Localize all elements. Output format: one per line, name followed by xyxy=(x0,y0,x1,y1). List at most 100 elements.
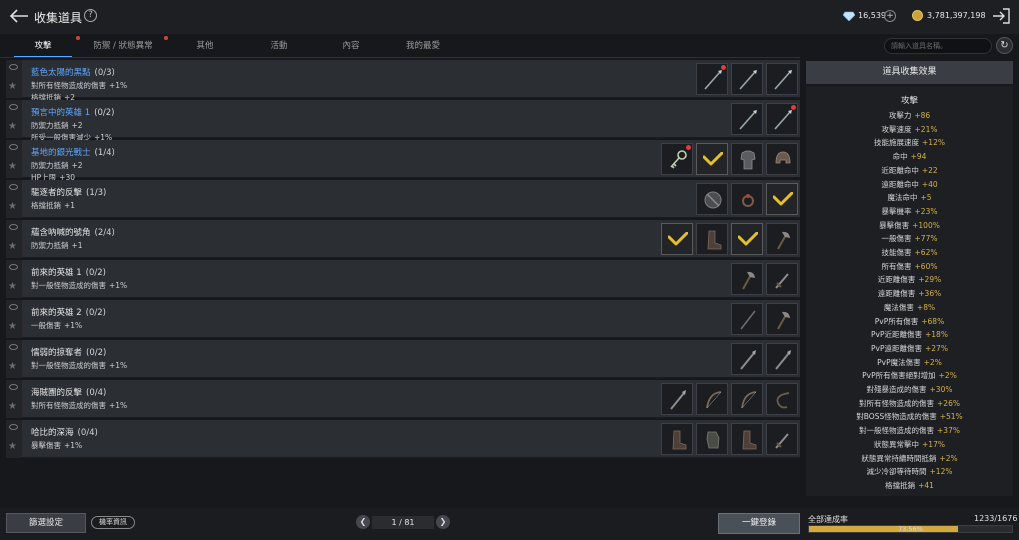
stat-label: 對所有怪物造成的傷害 xyxy=(31,81,106,90)
tab-4[interactable]: 內容 xyxy=(316,36,386,56)
favorite-star-icon[interactable]: ★ xyxy=(8,322,17,332)
item-slot[interactable] xyxy=(731,423,763,455)
item-slot[interactable] xyxy=(696,383,728,415)
item-slot[interactable] xyxy=(766,63,798,95)
collection-row[interactable]: ★ 懦弱的掠奪者 (0/2) 對一般怪物造成的傷害 +1% xyxy=(6,340,800,378)
effect-line: 對殘暴造成的傷害 +30% xyxy=(806,384,1013,395)
tab-5[interactable]: 我的最愛 xyxy=(388,36,458,56)
item-slot[interactable] xyxy=(696,223,728,255)
item-slots xyxy=(696,183,798,215)
favorite-star-icon[interactable]: ★ xyxy=(8,362,17,372)
item-slots xyxy=(661,423,798,455)
preview-eye-icon[interactable] xyxy=(9,104,18,110)
effect-label: PvP所有傷害 xyxy=(874,316,919,326)
collection-row[interactable]: ★ 前來的英雄 2 (0/2) 一般傷害 +1% xyxy=(6,300,800,338)
favorite-star-icon[interactable]: ★ xyxy=(8,82,17,92)
collection-row[interactable]: ★ 前來的英雄 1 (0/2) 對一般怪物造成的傷害 +1% xyxy=(6,260,800,298)
registered-item-slot[interactable] xyxy=(766,183,798,215)
collection-name: 藍色太陽的黑點 (0/3) xyxy=(31,66,115,78)
favorite-star-icon[interactable]: ★ xyxy=(8,202,17,212)
item-slot[interactable] xyxy=(731,383,763,415)
help-icon[interactable]: ? xyxy=(84,9,97,22)
item-slot[interactable] xyxy=(731,303,763,335)
stat-label: 對一般怪物造成的傷害 xyxy=(31,281,106,290)
collection-row[interactable]: ★ 哈比的深海 (0/4) 暴擊傷害 +1% xyxy=(6,420,800,458)
item-slot[interactable] xyxy=(696,183,728,215)
tab-2[interactable]: 其他 xyxy=(168,36,242,56)
effect-value: +40 xyxy=(921,179,938,189)
favorite-star-icon[interactable]: ★ xyxy=(8,162,17,172)
favorite-star-icon[interactable]: ★ xyxy=(8,402,17,412)
favorite-star-icon[interactable]: ★ xyxy=(8,122,17,132)
effect-label: 遠距離命中 xyxy=(881,179,919,189)
collection-effect-panel: 攻擊 攻擊力 +86 攻擊速度 +21% 技能施展速度 +12% 命中 +94 近距離命中 +22… xyxy=(806,86,1013,496)
preview-eye-icon[interactable] xyxy=(9,304,18,310)
preview-eye-icon[interactable] xyxy=(9,64,18,70)
item-slot[interactable] xyxy=(661,383,693,415)
search-input[interactable]: 請輸入道具名稱。 xyxy=(884,38,992,54)
item-slot[interactable] xyxy=(731,183,763,215)
preview-eye-icon[interactable] xyxy=(9,224,18,230)
effect-value: +5 xyxy=(920,193,932,203)
collection-row[interactable]: ★ 藍色太陽的黑點 (0/3) 對所有怪物造成的傷害 +1% 格擋抵銷 +2 xyxy=(6,60,800,102)
item-slot[interactable] xyxy=(661,143,693,175)
filter-settings-button[interactable]: 篩選設定 xyxy=(6,513,86,533)
item-slot[interactable] xyxy=(661,423,693,455)
collection-title: 懦弱的掠奪者 xyxy=(31,348,83,358)
effect-value: +51% xyxy=(939,412,963,422)
favorite-star-icon[interactable]: ★ xyxy=(8,242,17,252)
preview-eye-icon[interactable] xyxy=(9,424,18,430)
stat-value: +1% xyxy=(109,81,128,90)
collection-row[interactable]: ★ 基地的銀光戰士 (1/4) 防禦力抵銷 +2 HP上限 +30 xyxy=(6,140,800,182)
effect-label: 攻擊力 xyxy=(888,111,912,120)
effect-value: +17% xyxy=(922,439,945,449)
collection-row[interactable]: ★ 海賊團的反擊 (0/4) 對所有怪物造成的傷害 +1% xyxy=(6,380,800,418)
item-slot[interactable] xyxy=(731,103,763,135)
item-slot[interactable] xyxy=(731,343,763,375)
back-arrow-icon[interactable] xyxy=(8,7,30,25)
item-slot[interactable] xyxy=(766,263,798,295)
tab-3[interactable]: 活動 xyxy=(244,36,314,56)
preview-eye-icon[interactable] xyxy=(9,344,18,350)
item-slot[interactable] xyxy=(731,63,763,95)
item-slot[interactable] xyxy=(766,423,798,455)
registered-item-slot[interactable] xyxy=(731,223,763,255)
collection-effect-title[interactable]: 道具收集效果 xyxy=(806,61,1013,84)
one-click-register-button[interactable]: 一鍵登錄 xyxy=(718,513,800,534)
preview-eye-icon[interactable] xyxy=(9,144,18,150)
item-slot[interactable] xyxy=(766,103,798,135)
effect-value: +8% xyxy=(916,302,936,312)
item-slot[interactable] xyxy=(766,303,798,335)
tab-1[interactable]: 防禦 / 狀態異常 xyxy=(80,36,168,56)
preview-eye-icon[interactable] xyxy=(9,384,18,390)
preview-eye-icon[interactable] xyxy=(9,264,18,270)
item-slot[interactable] xyxy=(731,143,763,175)
favorite-star-icon[interactable]: ★ xyxy=(8,282,17,292)
effect-line: 格擋抵銷 +41 xyxy=(806,480,1013,491)
exit-icon[interactable] xyxy=(991,7,1011,25)
tab-0[interactable]: 攻擊 xyxy=(8,36,80,58)
effect-label: 技能施展速度 xyxy=(874,138,920,148)
favorite-star-icon[interactable]: ★ xyxy=(8,442,17,452)
item-slot[interactable] xyxy=(766,383,798,415)
registered-item-slot[interactable] xyxy=(661,223,693,255)
collection-row[interactable]: ★ 蘊含吶喊的號角 (2/4) 防禦力抵銷 +1 xyxy=(6,220,800,258)
item-slot[interactable] xyxy=(766,343,798,375)
registered-item-slot[interactable] xyxy=(696,143,728,175)
item-slot[interactable] xyxy=(696,63,728,95)
prev-page-button[interactable]: ❮ xyxy=(356,515,370,529)
item-slot[interactable] xyxy=(766,143,798,175)
probability-info-button[interactable]: 機率資訊 xyxy=(91,516,135,529)
item-slot[interactable] xyxy=(766,223,798,255)
blade-icon xyxy=(773,349,793,371)
collection-row[interactable]: ★ 驅逐者的反擊 (1/3) 格擋抵銷 +1 xyxy=(6,180,800,218)
add-diamond-button[interactable]: + xyxy=(884,10,896,22)
preview-eye-icon[interactable] xyxy=(9,184,18,190)
effect-line: 所有傷害 +60% xyxy=(806,261,1013,272)
registrable-dot xyxy=(791,105,796,110)
item-slot[interactable] xyxy=(696,423,728,455)
collection-row[interactable]: ★ 預言中的英雄 1 (0/2) 防禦力抵銷 +2 所受一般傷害減少 +1% xyxy=(6,100,800,142)
refresh-icon[interactable]: ↻ xyxy=(996,37,1013,54)
item-slot[interactable] xyxy=(731,263,763,295)
next-page-button[interactable]: ❯ xyxy=(436,515,450,529)
